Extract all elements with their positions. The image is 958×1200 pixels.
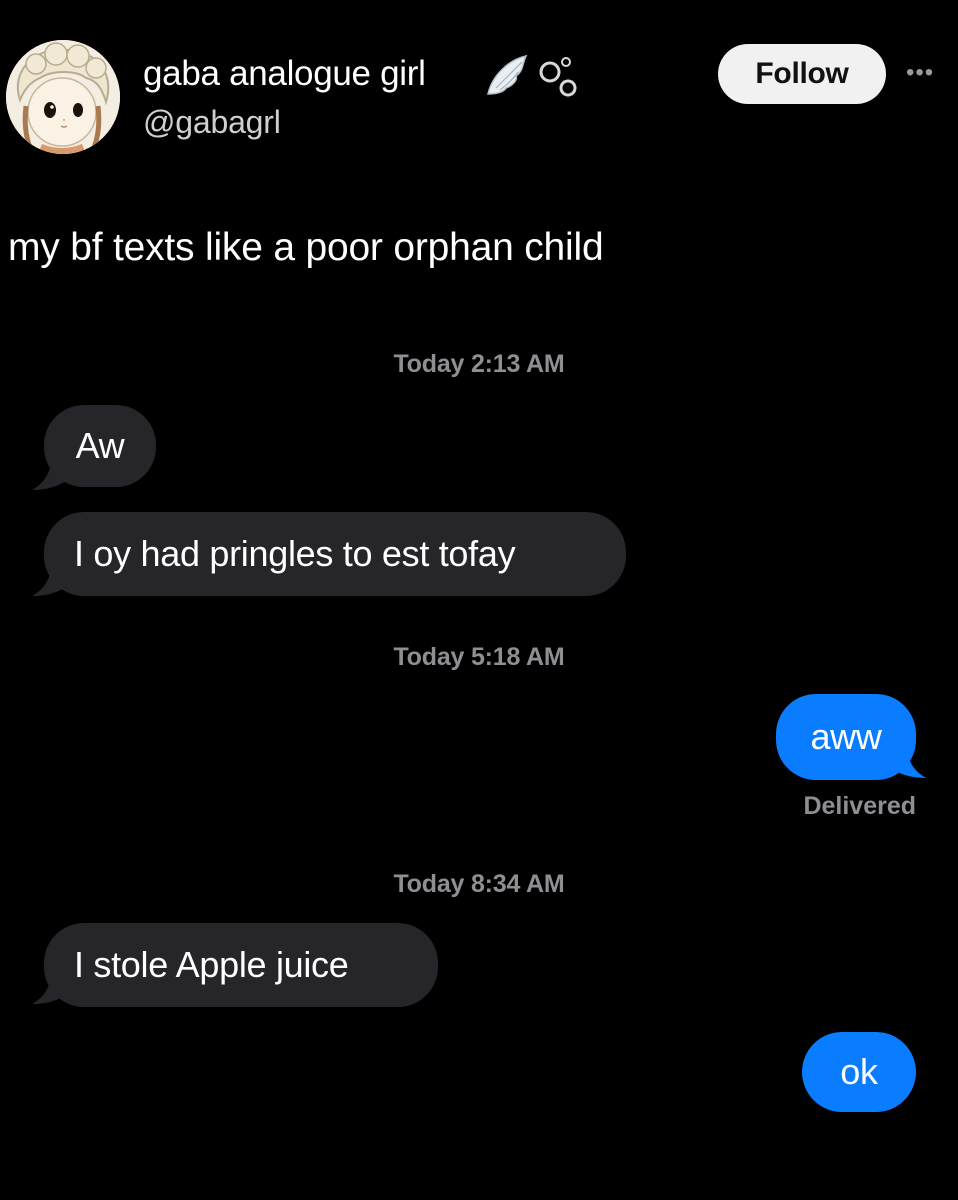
message-text: I oy had pringles to est tofay (74, 533, 516, 574)
angel-wing-icon (487, 54, 528, 95)
user-handle[interactable]: @gabagrl (143, 104, 281, 141)
message-text: I stole Apple juice (74, 944, 349, 985)
tweet-text: my bf texts like a poor orphan child (8, 226, 604, 269)
follow-button[interactable]: Follow (718, 44, 886, 104)
message-bubble-outgoing[interactable]: aww (776, 694, 916, 780)
profile-badges (487, 54, 577, 97)
message-timestamp: Today 2:13 AM (393, 350, 565, 378)
delivery-status: Delivered (803, 792, 916, 820)
more-options-icon[interactable]: ••• (906, 58, 954, 88)
message-text: aww (810, 716, 882, 757)
message-bubble-incoming[interactable]: I stole Apple juice (44, 923, 438, 1007)
avatar-illustration (6, 40, 120, 154)
display-name[interactable]: gaba analogue girl (143, 54, 426, 94)
message-timestamp: Today 8:34 AM (393, 870, 565, 898)
message-text: Aw (75, 425, 125, 466)
message-timestamp: Today 5:18 AM (393, 643, 565, 671)
tweet-header: gaba analogue girl @gabagrl Follow ••• (0, 0, 958, 170)
message-text: ok (840, 1051, 878, 1092)
message-bubble-incoming[interactable]: I oy had pringles to est tofay (44, 512, 626, 596)
message-bubble-outgoing[interactable]: ok (802, 1032, 916, 1112)
bubbles-icon (539, 57, 577, 97)
message-bubble-incoming[interactable]: Aw (44, 405, 156, 487)
avatar[interactable] (6, 40, 120, 154)
